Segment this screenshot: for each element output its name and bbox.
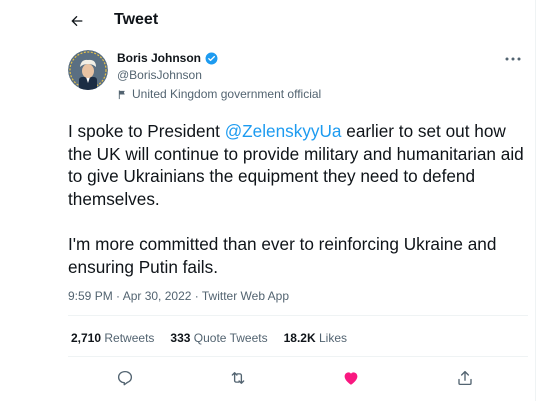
- author-name[interactable]: Boris Johnson: [117, 51, 201, 65]
- tweet-paragraph-2: I'm more committed than ever to reinforc…: [68, 233, 497, 277]
- avatar[interactable]: [68, 50, 108, 90]
- government-label: United Kingdom government official: [117, 87, 321, 101]
- divider: [68, 356, 528, 357]
- divider: [68, 315, 528, 316]
- page-header: Tweet: [0, 0, 536, 41]
- arrow-left-icon: [71, 15, 83, 27]
- mention-link[interactable]: @ZelenskyyUa: [225, 121, 342, 141]
- tweet-paragraph-1: I spoke to President @ZelenskyyUa earlie…: [68, 121, 524, 209]
- government-label-text: United Kingdom government official: [132, 87, 322, 101]
- flag-icon: [118, 89, 125, 99]
- page-title: Tweet: [114, 11, 159, 28]
- share-button[interactable]: [453, 366, 477, 390]
- retweet-icon: [231, 372, 245, 384]
- retweets-stat[interactable]: 2,710 Retweets: [71, 331, 154, 345]
- tweet-page: Tweet Boris Johnson @BorisJohnson United…: [0, 0, 536, 401]
- share-icon: [458, 370, 472, 386]
- more-options-button[interactable]: [503, 52, 523, 66]
- author-name-row: Boris Johnson: [117, 51, 218, 65]
- author-handle[interactable]: @BorisJohnson: [117, 68, 202, 82]
- tweet-stats: 2,710 Retweets 333 Quote Tweets 18.2K Li…: [71, 331, 347, 345]
- reply-button[interactable]: [113, 366, 137, 390]
- like-button[interactable]: [339, 366, 363, 390]
- back-button[interactable]: [66, 10, 88, 32]
- likes-stat[interactable]: 18.2K Likes: [284, 331, 347, 345]
- quote-tweets-stat[interactable]: 333 Quote Tweets: [170, 331, 267, 345]
- more-icon: [505, 57, 521, 61]
- reply-icon: [117, 370, 133, 386]
- tweet-actions: [68, 366, 528, 390]
- verified-badge-icon: [205, 52, 218, 64]
- tweet-text: I spoke to President @ZelenskyyUa earlie…: [68, 120, 528, 301]
- heart-icon: [344, 372, 358, 385]
- retweet-button[interactable]: [226, 366, 250, 390]
- tweet-timestamp[interactable]: 9:59 PM · Apr 30, 2022 · Twitter Web App: [68, 289, 289, 303]
